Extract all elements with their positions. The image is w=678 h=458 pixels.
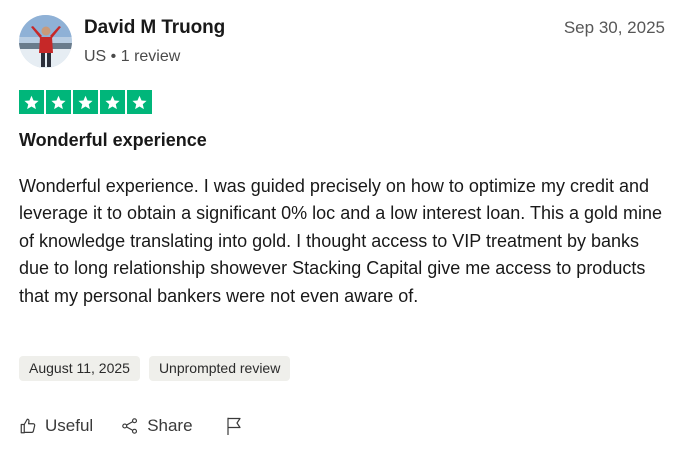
- reviewer-meta: US • 1 review: [84, 48, 181, 65]
- star-icon: [46, 90, 71, 114]
- useful-button[interactable]: Useful: [19, 416, 93, 436]
- share-label: Share: [147, 416, 193, 435]
- star-icon: [100, 90, 125, 114]
- useful-label: Useful: [45, 416, 94, 435]
- report-button[interactable]: [225, 416, 243, 436]
- avatar[interactable]: [19, 15, 72, 68]
- star-icon: [127, 90, 152, 114]
- star-icon: [19, 90, 44, 114]
- review-body: Wonderful experience. I was guided preci…: [19, 176, 663, 306]
- experience-date-tag: August 11, 2025: [19, 356, 140, 381]
- review-card: David M Truong US • 1 review Sep 30, 202…: [0, 0, 678, 458]
- thumbs-up-icon: [19, 417, 37, 435]
- star-icon: [73, 90, 98, 114]
- reviewer-name[interactable]: David M Truong: [84, 17, 225, 39]
- review-tags: August 11, 2025 Unprompted review: [19, 356, 291, 381]
- review-actions: Useful Share: [19, 416, 243, 436]
- share-icon: [121, 417, 139, 435]
- unprompted-review-tag[interactable]: Unprompted review: [148, 356, 291, 381]
- flag-icon: [225, 416, 243, 436]
- review-title[interactable]: Wonderful experience: [19, 130, 207, 151]
- star-rating: [19, 90, 152, 114]
- review-date: Sep 30, 2025: [563, 18, 665, 37]
- share-button[interactable]: Share: [121, 416, 193, 436]
